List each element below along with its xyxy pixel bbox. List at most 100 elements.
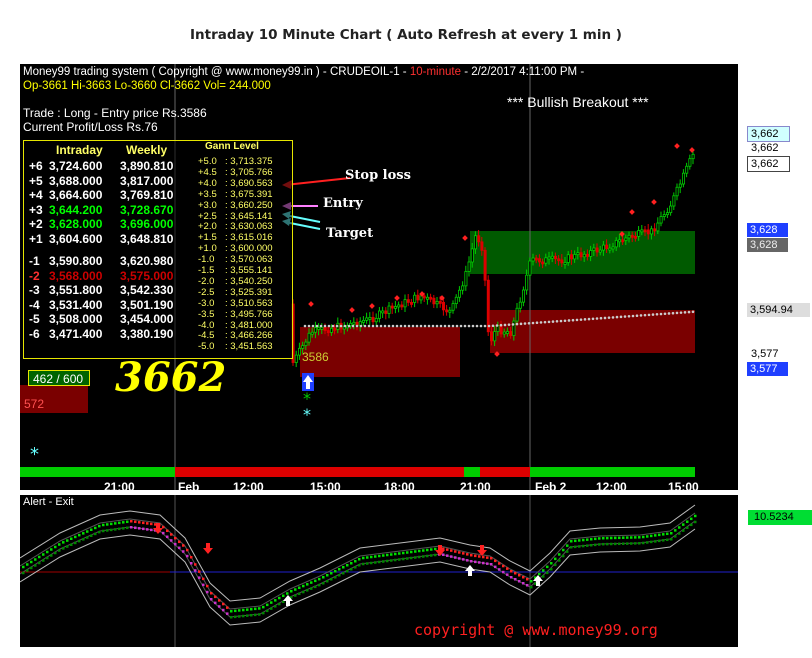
osc-dot (686, 520, 689, 523)
gann-level-label: +2.5 (198, 210, 217, 222)
osc-dot (458, 557, 461, 560)
star-cyan-icon: * (30, 444, 39, 465)
col-header-intraday: Intraday (56, 143, 103, 157)
osc-dot (506, 567, 509, 570)
candle-body (483, 249, 487, 281)
osc-dot (542, 569, 545, 572)
osc-dot (522, 576, 525, 579)
osc-dot (98, 524, 101, 528)
osc-dot (682, 529, 685, 532)
osc-dot (238, 615, 241, 618)
osc-dot (550, 562, 553, 565)
osc-dot (46, 556, 49, 560)
osc-dot (326, 574, 329, 577)
candle-body (570, 254, 574, 260)
osc-dot (614, 536, 617, 540)
osc-dot (182, 550, 185, 553)
gann-level-label: -4.0 (198, 319, 215, 331)
trail-dot (667, 312, 671, 315)
osc-dot (90, 534, 93, 537)
price-scale[interactable]: 3,662 3,662 3,662 3,628 3,628 3,594.94 3… (738, 64, 812, 490)
price-tag-current: 3,662 (751, 142, 779, 154)
osc-dot (466, 559, 469, 562)
trail-dot (411, 324, 415, 328)
entry-label: Entry (323, 196, 363, 211)
trail-dot (403, 324, 407, 328)
trail-dot (531, 321, 535, 325)
osc-dot (622, 542, 625, 545)
candle-body (634, 235, 638, 239)
candle-body (304, 341, 308, 346)
osc-dot (138, 527, 141, 530)
trail-dot (359, 324, 363, 328)
osc-dot (466, 553, 469, 556)
candle-body (457, 289, 461, 298)
candle-body (598, 249, 602, 253)
trail-dot (655, 313, 659, 316)
osc-dot (502, 564, 505, 568)
trail-dot (351, 324, 355, 328)
candle-body (470, 248, 474, 263)
candle-body (441, 301, 445, 311)
osc-dot (594, 543, 597, 547)
candle-body (313, 327, 317, 333)
col-header-gann: Gann Level (205, 141, 259, 152)
osc-dot (162, 531, 165, 535)
trail-dot (595, 317, 599, 320)
candle-body (326, 330, 330, 333)
trail-dot (563, 319, 567, 323)
osc-dot (574, 545, 577, 549)
candle-body (624, 237, 628, 241)
osc-dot (70, 543, 73, 546)
trail-dot (639, 314, 643, 317)
osc-dot (274, 599, 277, 602)
osc-dot (530, 580, 533, 583)
osc-dot (518, 580, 521, 583)
osc-dot (106, 529, 109, 532)
osc-dot (334, 570, 337, 573)
osc-dot (658, 533, 661, 537)
gann-level-label: +4.5 (198, 166, 217, 178)
trail-dot (687, 310, 691, 314)
osc-dot (374, 561, 377, 564)
osc-dot (690, 517, 693, 521)
osc-dot (314, 585, 317, 589)
osc-dot (682, 523, 685, 526)
osc-dot (498, 562, 501, 565)
trail-dot (315, 324, 319, 328)
main-price-chart[interactable]: * * * Money99 trading system ( Copyright… (20, 64, 738, 490)
osc-dot (162, 525, 165, 529)
oscillator-chart[interactable]: Alert - Exit copyright @ www.money99.org (20, 495, 738, 647)
osc-dot (502, 570, 505, 574)
trail-dot (523, 322, 527, 325)
osc-dot (446, 554, 449, 557)
osc-dot (30, 560, 33, 564)
up-arrow-icon (465, 565, 475, 576)
osc-dot (102, 529, 105, 533)
header-interval: 10-minute (409, 66, 461, 78)
trail-dot (399, 324, 403, 328)
osc-dot (338, 574, 341, 577)
copyright-text: copyright @ www.money99.org (414, 621, 658, 639)
band-label: 3586 (302, 350, 329, 364)
stop-loss-label: Stop loss (345, 168, 411, 183)
gann-level-value: : 3,540.250 (225, 275, 273, 287)
osc-dot (422, 549, 425, 552)
trail-dot (551, 320, 555, 323)
osc-dot (430, 554, 433, 557)
trail-dot (383, 324, 387, 328)
osc-dot (510, 570, 513, 573)
osc-dot (190, 556, 193, 559)
trail-dot (435, 324, 439, 328)
osc-dot (646, 541, 649, 544)
osc-dot (246, 614, 249, 617)
osc-dot (478, 555, 481, 558)
osc-dot (426, 554, 429, 558)
osc-dot (458, 551, 461, 554)
osc-dot (590, 538, 593, 541)
trail-dot (427, 324, 431, 328)
osc-dot (342, 572, 345, 575)
osc-dot (150, 522, 153, 526)
trail-dot (511, 323, 515, 326)
candle-body (579, 252, 583, 258)
